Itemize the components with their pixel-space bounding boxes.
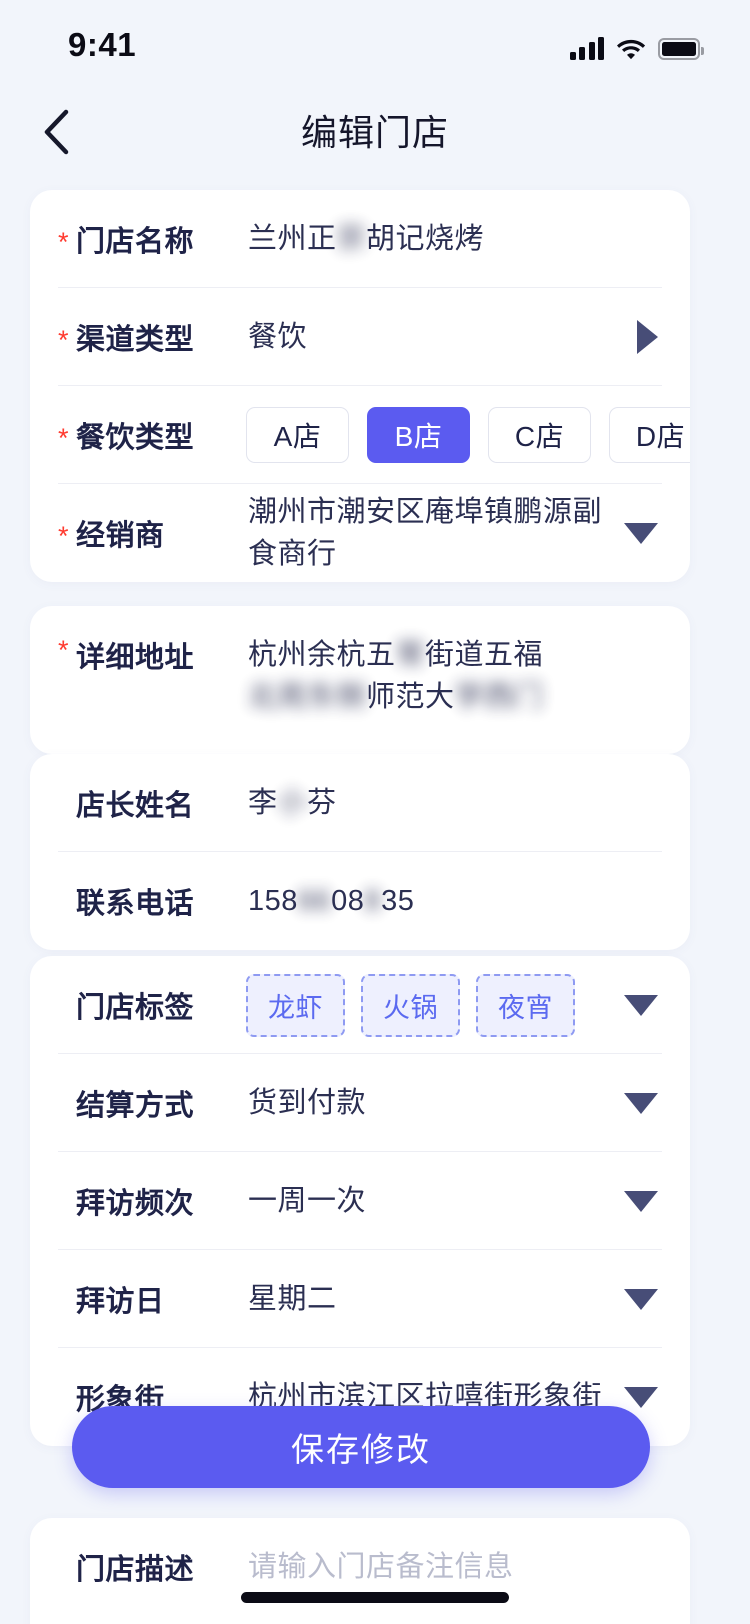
- triangle-down-icon[interactable]: [624, 522, 658, 544]
- field-channel-type[interactable]: * 渠道类型 餐饮: [30, 288, 690, 386]
- redacted-text: 小: [277, 786, 308, 819]
- store-tag-chip[interactable]: 夜宵: [476, 973, 575, 1037]
- field-label-settlement-method: 结算方式: [76, 1090, 195, 1122]
- field-label-distributor: 经销商: [76, 520, 165, 552]
- field-value-store-name[interactable]: 兰州正宗胡记烧烤: [248, 218, 658, 260]
- field-visit-day[interactable]: * 拜访日 星期二: [30, 1250, 690, 1348]
- triangle-down-icon[interactable]: [624, 1190, 658, 1212]
- triangle-down-icon[interactable]: [624, 1386, 658, 1408]
- nav-bar: 编辑门店: [0, 88, 750, 176]
- status-bar-time: 9:41: [68, 26, 137, 63]
- triangle-down-icon[interactable]: [624, 1092, 658, 1114]
- segment-option-a[interactable]: A店: [246, 407, 349, 463]
- field-distributor[interactable]: * 经销商 潮州市潮安区庵埠镇鹏源副食商行: [30, 484, 690, 582]
- manager-card: * 店长姓名 李小芬 * 联系电话 1586608835: [30, 754, 690, 950]
- save-button[interactable]: 保存修改: [72, 1406, 650, 1488]
- field-label-detail-address: 详细地址: [76, 642, 195, 674]
- field-value-visit-frequency: 一周一次: [248, 1184, 367, 1217]
- field-value-settlement-method: 货到付款: [248, 1086, 367, 1119]
- segment-option-b[interactable]: B店: [367, 407, 470, 463]
- field-visit-frequency[interactable]: * 拜访频次 一周一次: [30, 1152, 690, 1250]
- required-marker: *: [58, 226, 69, 257]
- basic-info-card: * 门店名称 兰州正宗胡记烧烤 * 渠道类型 餐饮 * 餐饮类型 A店 B店 C…: [30, 190, 690, 582]
- field-store-name[interactable]: * 门店名称 兰州正宗胡记烧烤: [30, 190, 690, 288]
- field-value-channel-type: 餐饮: [248, 320, 308, 353]
- status-bar: 9:41: [0, 0, 750, 88]
- required-marker: *: [58, 422, 69, 453]
- field-placeholder-store-description[interactable]: 请输入门店备注信息: [248, 1546, 658, 1588]
- triangle-down-icon[interactable]: [624, 994, 658, 1016]
- store-tag-chip[interactable]: 火锅: [361, 973, 460, 1037]
- status-bar-icons: [569, 30, 704, 60]
- required-marker: *: [58, 520, 69, 551]
- redacted-text: 8: [364, 884, 382, 917]
- field-dining-type[interactable]: * 餐饮类型 A店 B店 C店 D店 i: [30, 386, 690, 484]
- phone-screen: 9:41 编辑门店 * 门店名称 兰州正宗胡记烧烤 * 渠道类型 餐饮 * 餐饮…: [0, 0, 750, 1624]
- field-detail-address[interactable]: * 详细地址 杭州余杭五常街道五福北苑东侧师范大学西门: [30, 606, 690, 754]
- redacted-text: 66: [297, 884, 332, 917]
- field-value-detail-address[interactable]: 杭州余杭五常街道五福北苑东侧师范大学西门: [248, 634, 658, 718]
- wifi-icon: [616, 37, 646, 60]
- triangle-down-icon[interactable]: [624, 1288, 658, 1310]
- home-indicator: [241, 1592, 509, 1603]
- segment-option-d[interactable]: D店: [609, 407, 690, 463]
- field-manager-name[interactable]: * 店长姓名 李小芬: [30, 754, 690, 852]
- required-marker: *: [58, 635, 69, 665]
- store-tag-list[interactable]: 龙虾 火锅 夜宵: [246, 973, 610, 1037]
- address-card: * 详细地址 杭州余杭五常街道五福北苑东侧师范大学西门: [30, 606, 690, 754]
- redacted-text: 常: [395, 639, 426, 671]
- field-settlement-method[interactable]: * 结算方式 货到付款: [30, 1054, 690, 1152]
- field-label-visit-frequency: 拜访频次: [76, 1188, 195, 1220]
- field-label-contact-phone: 联系电话: [76, 888, 195, 920]
- field-label-visit-day: 拜访日: [76, 1286, 165, 1318]
- field-label-dining-type: 餐饮类型: [76, 422, 195, 454]
- field-store-tags[interactable]: * 门店标签 龙虾 火锅 夜宵: [30, 956, 690, 1054]
- field-label-store-tags: 门店标签: [76, 992, 195, 1024]
- field-label-store-name: 门店名称: [76, 226, 195, 258]
- field-contact-phone[interactable]: * 联系电话 1586608835: [30, 852, 690, 950]
- redacted-text: 北苑东侧: [248, 681, 367, 714]
- field-value-visit-day: 星期二: [248, 1282, 337, 1315]
- field-label-store-description: 门店描述: [76, 1554, 195, 1586]
- field-value-contact-phone[interactable]: 1586608835: [248, 880, 658, 922]
- battery-full-icon: [658, 38, 704, 60]
- store-tag-chip[interactable]: 龙虾: [246, 973, 345, 1037]
- segment-option-c[interactable]: C店: [488, 407, 591, 463]
- field-label-channel-type: 渠道类型: [76, 324, 195, 356]
- field-value-distributor: 潮州市潮安区庵埠镇鹏源副食商行: [248, 495, 603, 570]
- redacted-text: 宗: [336, 222, 367, 255]
- required-marker: *: [58, 324, 69, 355]
- cellular-signal-icon: [569, 36, 604, 60]
- page-title: 编辑门店: [300, 112, 449, 153]
- redacted-text: 学西门: [454, 681, 544, 714]
- field-value-manager-name[interactable]: 李小芬: [248, 782, 658, 824]
- details-card: * 门店标签 龙虾 火锅 夜宵 * 结算方式 货到付款 * 拜访频次: [30, 956, 690, 1446]
- field-label-manager-name: 店长姓名: [76, 790, 195, 822]
- triangle-right-icon[interactable]: [637, 320, 658, 354]
- description-card: * 门店描述 请输入门店备注信息: [30, 1518, 690, 1624]
- dining-type-segment-group[interactable]: A店 B店 C店 D店 i: [246, 407, 690, 463]
